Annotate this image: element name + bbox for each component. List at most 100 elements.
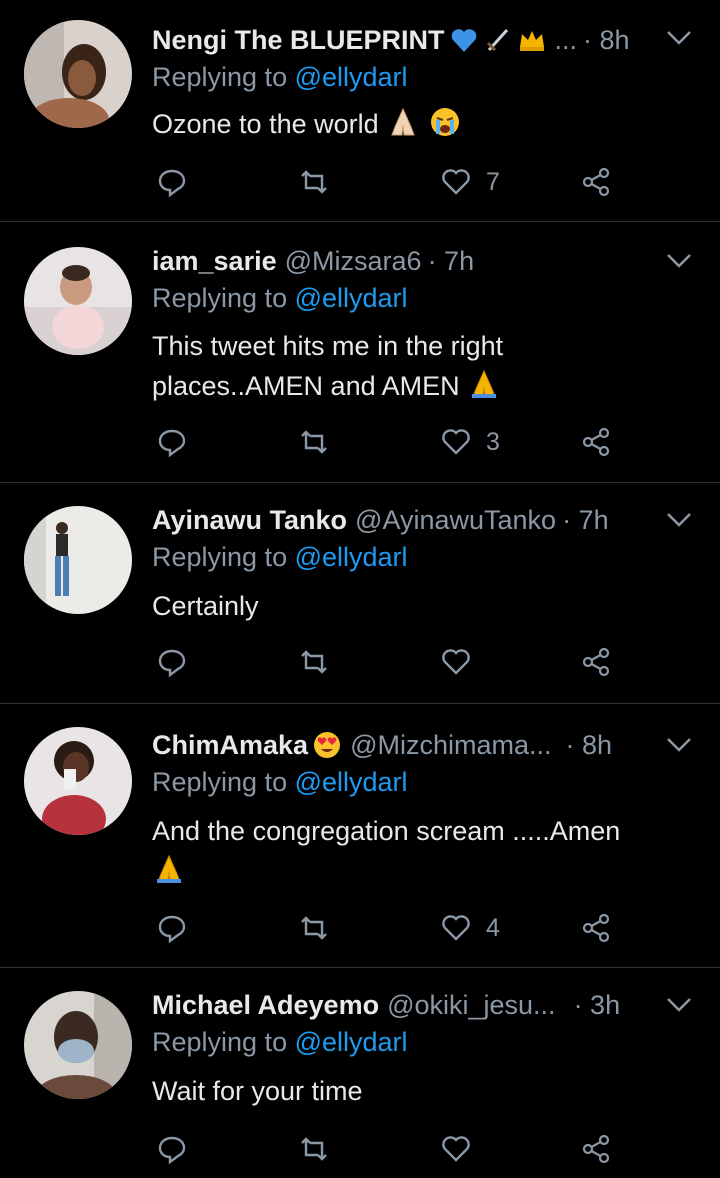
tweet-text-body: Certainly [152, 591, 259, 621]
tweet-text: Wait for your time [152, 1071, 690, 1111]
share-button[interactable] [580, 642, 612, 682]
retweet-icon [301, 430, 327, 454]
reply-tweet[interactable]: Nengi The BLUEPRINT ... · 8h Replying to… [0, 0, 720, 222]
reply-button[interactable] [156, 162, 188, 202]
display-name[interactable]: Michael Adeyemo [152, 990, 379, 1021]
like-button[interactable] [440, 642, 486, 682]
share-button[interactable] [580, 162, 612, 202]
replying-to-line: Replying to @ellydarl [152, 62, 408, 93]
replying-prefix: Replying to [152, 542, 295, 572]
blue-heart-icon [449, 25, 479, 55]
mention-link[interactable]: @ellydarl [295, 62, 408, 92]
mention-link[interactable]: @ellydarl [295, 767, 408, 797]
display-name[interactable]: Nengi The BLUEPRINT [152, 25, 445, 56]
handle[interactable]: @okiki_jesu... [387, 990, 555, 1021]
action-bar [152, 1129, 622, 1169]
mention-link[interactable]: @ellydarl [295, 542, 408, 572]
dagger-icon [483, 25, 513, 55]
share-button[interactable] [580, 1129, 612, 1169]
share-button[interactable] [580, 422, 612, 462]
retweet-icon [301, 1137, 327, 1161]
avatar-photo [24, 247, 132, 355]
avatar[interactable] [24, 727, 132, 835]
timestamp[interactable]: · 7h [428, 246, 475, 277]
tweet-text: And the congregation scream .....Amen [152, 811, 690, 891]
reply-button[interactable] [156, 908, 188, 948]
heart-icon [442, 1136, 470, 1162]
like-button[interactable]: 4 [440, 908, 500, 948]
retweet-button[interactable] [298, 162, 330, 202]
reply-button[interactable] [156, 642, 188, 682]
reply-button[interactable] [156, 1129, 188, 1169]
avatar-photo [24, 20, 132, 128]
display-name[interactable]: iam_sarie [152, 246, 277, 277]
chevron-down-icon[interactable] [666, 997, 692, 1013]
reply-tweet[interactable]: ChimAmaka @Mizchimama... · 8h Replying t… [0, 705, 720, 968]
retweet-icon [301, 170, 327, 194]
avatar[interactable] [24, 247, 132, 355]
share-button[interactable] [580, 908, 612, 948]
timestamp[interactable]: · 3h [574, 990, 621, 1021]
avatar-photo [24, 991, 132, 1099]
heart-icon [442, 429, 470, 455]
timestamp[interactable]: · 8h [583, 25, 630, 56]
retweet-button[interactable] [298, 422, 330, 462]
chevron-down-icon[interactable] [666, 512, 692, 528]
retweet-icon [301, 916, 327, 940]
display-name[interactable]: ChimAmaka [152, 730, 308, 761]
reply-icon [158, 169, 186, 198]
crown-icon [517, 25, 547, 55]
action-bar: 4 [152, 908, 622, 948]
mention-link[interactable]: @ellydarl [295, 283, 408, 313]
reply-icon [158, 915, 186, 944]
heart-eyes-icon [312, 730, 342, 760]
tweet-text: This tweet hits me in the right places..… [152, 326, 690, 406]
reply-tweet[interactable]: iam_sarie @Mizsara6 · 7h Replying to @el… [0, 223, 720, 483]
mention-link[interactable]: @ellydarl [295, 1027, 408, 1057]
reply-icon [158, 1136, 186, 1165]
replying-to-line: Replying to @ellydarl [152, 767, 408, 798]
action-bar: 7 [152, 162, 622, 202]
reply-tweet[interactable]: Ayinawu Tanko @AyinawuTanko · 7h Replyin… [0, 484, 720, 704]
retweet-button[interactable] [298, 1129, 330, 1169]
like-count: 4 [486, 913, 500, 942]
chevron-down-icon[interactable] [666, 253, 692, 269]
chevron-down-icon[interactable] [666, 737, 692, 753]
retweet-button[interactable] [298, 642, 330, 682]
reply-icon [158, 429, 186, 458]
crying-face-icon [428, 105, 462, 139]
share-icon [582, 647, 610, 677]
tweet-text-line-2: places..AMEN and AMEN [152, 366, 690, 406]
reply-tweet[interactable]: Michael Adeyemo @okiki_jesu... · 3h Repl… [0, 969, 720, 1178]
retweet-button[interactable] [298, 908, 330, 948]
avatar-photo [24, 727, 132, 835]
like-count: 3 [486, 427, 500, 456]
timestamp[interactable]: · 8h [566, 730, 613, 761]
like-button[interactable] [440, 1129, 486, 1169]
tweet-text-body: Wait for your time [152, 1076, 363, 1106]
chevron-down-icon[interactable] [666, 30, 692, 46]
avatar[interactable] [24, 506, 132, 614]
avatar-photo [24, 506, 132, 614]
replies-feed: Nengi The BLUEPRINT ... · 8h Replying to… [0, 0, 720, 1178]
folded-hands-icon [467, 367, 501, 401]
timestamp[interactable]: · 7h [562, 505, 609, 536]
like-button[interactable]: 7 [440, 162, 500, 202]
handle[interactable]: @AyinawuTanko [355, 505, 556, 536]
like-count: 7 [486, 167, 500, 196]
replying-prefix: Replying to [152, 767, 295, 797]
heart-icon [442, 649, 470, 675]
reply-button[interactable] [156, 422, 188, 462]
share-icon [582, 913, 610, 943]
replying-to-line: Replying to @ellydarl [152, 1027, 408, 1058]
like-button[interactable]: 3 [440, 422, 500, 462]
handle[interactable]: @Mizsara6 [285, 246, 422, 277]
handle[interactable]: @Mizchimama... [350, 730, 551, 761]
avatar[interactable] [24, 991, 132, 1099]
avatar[interactable] [24, 20, 132, 128]
tweet-text-line: places..AMEN and AMEN [152, 371, 460, 401]
replying-prefix: Replying to [152, 62, 295, 92]
tweet-text: Certainly [152, 586, 690, 626]
tweet-text-body: Ozone to the world [152, 109, 379, 139]
display-name[interactable]: Ayinawu Tanko [152, 505, 347, 536]
